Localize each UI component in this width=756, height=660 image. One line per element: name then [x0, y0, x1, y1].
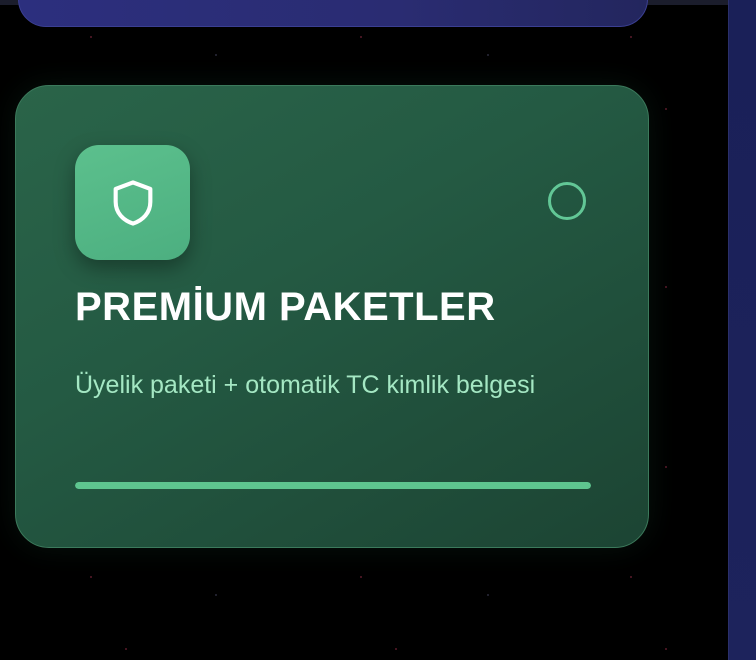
card-description: Üyelik paketi + otomatik TC kimlik belge… [75, 371, 536, 399]
previous-option-card[interactable] [18, 0, 648, 27]
scrollbar[interactable] [728, 0, 756, 660]
shield-icon [113, 179, 152, 226]
card-progress-fill [75, 482, 591, 489]
card-title: PREMİUM PAKETLER [75, 285, 496, 329]
option-radio-button[interactable] [548, 182, 586, 220]
premium-packages-option-card[interactable]: PREMİUM PAKETLER Üyelik paketi + otomati… [15, 85, 649, 548]
card-progress-bar [75, 482, 591, 489]
icon-tile [75, 145, 190, 260]
